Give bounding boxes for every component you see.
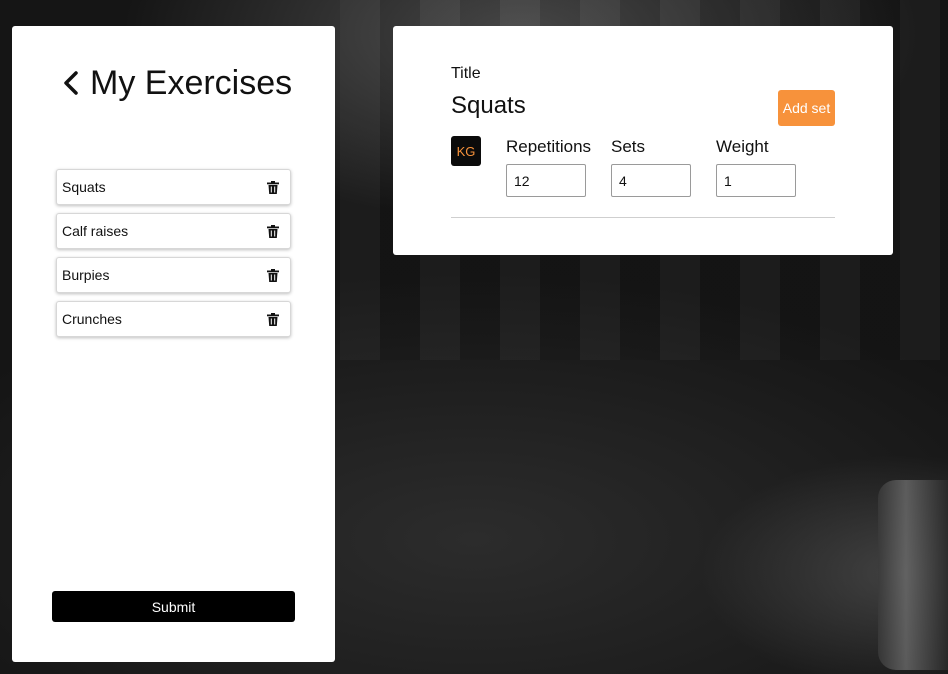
exercise-item-burpies[interactable]: Burpies [56,257,291,293]
repetitions-field: Repetitions [506,137,591,197]
exercise-title: Squats [451,92,526,119]
sidebar-header: My Exercises [60,66,292,100]
repetitions-input[interactable] [506,164,586,197]
trash-icon[interactable] [266,267,280,283]
title-label: Title [451,65,481,82]
exercise-item-label: Crunches [62,311,122,327]
exercise-item-calf-raises[interactable]: Calf raises [56,213,291,249]
sidebar-title: My Exercises [90,64,293,102]
weight-input[interactable] [716,164,796,197]
submit-button[interactable]: Submit [52,591,295,622]
sets-label: Sets [611,137,646,156]
exercise-detail-card: Title Squats Add set KG Repetitions Sets… [393,26,893,255]
exercise-list: Squats Calf raises Burpies Crunches [56,169,291,337]
trash-icon[interactable] [266,311,280,327]
background-dumbbell [878,480,948,670]
exercise-item-label: Calf raises [62,223,129,239]
exercise-sidebar: My Exercises Squats Calf raises Burpies … [12,26,335,662]
weight-field: Weight [716,137,796,197]
unit-toggle-kg[interactable]: KG [451,136,481,166]
weight-label: Weight [716,137,769,156]
divider [451,217,835,218]
chevron-left-icon[interactable] [60,66,82,100]
add-set-button[interactable]: Add set [778,90,835,126]
exercise-item-squats[interactable]: Squats [56,169,291,205]
sets-field: Sets [611,137,691,197]
exercise-item-crunches[interactable]: Crunches [56,301,291,337]
trash-icon[interactable] [266,223,280,239]
exercise-item-label: Squats [62,179,106,195]
repetitions-label: Repetitions [506,137,592,156]
trash-icon[interactable] [266,179,280,195]
exercise-item-label: Burpies [62,267,110,283]
sets-input[interactable] [611,164,691,197]
